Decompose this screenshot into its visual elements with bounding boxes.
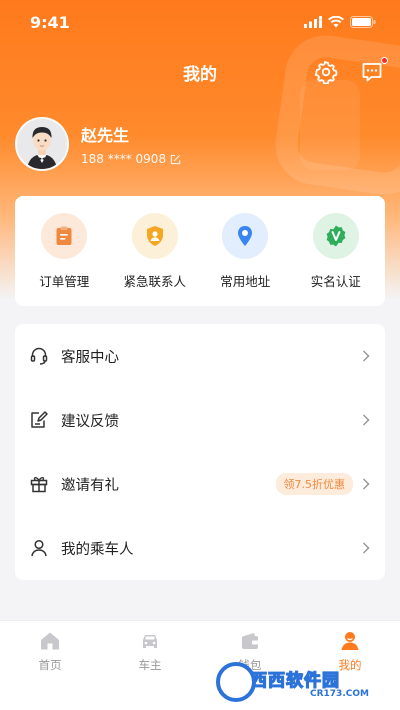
quick-icon-bg bbox=[131, 212, 178, 259]
menu-item-passengers[interactable]: 我的乘车人 bbox=[29, 516, 371, 580]
quick-action-label: 订单管理 bbox=[39, 273, 90, 289]
page-title: 我的 bbox=[183, 64, 217, 85]
shield-person-icon bbox=[146, 225, 163, 246]
battery-icon bbox=[350, 16, 376, 28]
chevron-right-icon bbox=[362, 478, 370, 490]
quick-action-label: 实名认证 bbox=[310, 273, 361, 289]
chevron-right-icon bbox=[362, 350, 370, 362]
chevron-right-icon bbox=[362, 414, 370, 426]
clipboard-icon bbox=[56, 226, 72, 245]
headset-icon bbox=[29, 346, 49, 366]
quick-action-verification[interactable]: 实名认证 bbox=[293, 212, 379, 290]
tab-driver[interactable]: 车主 bbox=[100, 629, 200, 710]
site-watermark: 西西软件园 CR173.COM bbox=[216, 660, 396, 704]
menu-item-feedback[interactable]: 建议反馈 bbox=[29, 388, 371, 452]
home-icon bbox=[38, 629, 62, 653]
menu-item-label: 我的乘车人 bbox=[61, 541, 134, 558]
nav-actions bbox=[312, 57, 388, 86]
person-icon bbox=[29, 538, 49, 558]
watermark-logo bbox=[216, 662, 256, 702]
gear-icon bbox=[314, 60, 338, 84]
quick-actions-card: 订单管理 紧急联系人 常用地址 实名认证 bbox=[15, 196, 385, 306]
user-phone-row: 188 **** 0908 bbox=[81, 152, 181, 166]
edit-icon[interactable] bbox=[170, 154, 181, 165]
status-icons bbox=[304, 16, 376, 28]
watermark-sub-text: CR173.COM bbox=[310, 688, 369, 699]
avatar[interactable] bbox=[15, 117, 69, 171]
user-name: 赵先生 bbox=[81, 126, 130, 145]
menu-item-invite[interactable]: 邀请有礼 领7.5折优惠 bbox=[29, 452, 371, 516]
menu-card: 客服中心 建议反馈 邀请有礼 领7.5折优惠 我的乘车人 bbox=[15, 324, 385, 580]
menu-item-label: 客服中心 bbox=[61, 349, 119, 366]
nav-bar: 我的 bbox=[0, 50, 400, 94]
menu-item-label: 建议反馈 bbox=[61, 413, 119, 430]
status-time: 9:41 bbox=[30, 12, 70, 32]
quick-action-addresses[interactable]: 常用地址 bbox=[202, 212, 288, 290]
quick-icon-bg bbox=[41, 212, 88, 259]
unread-dot bbox=[381, 57, 388, 64]
avatar-illustration bbox=[17, 119, 67, 169]
quick-icon-bg bbox=[312, 212, 359, 259]
status-bar: 9:41 bbox=[0, 0, 400, 44]
car-icon bbox=[138, 629, 162, 653]
user-icon bbox=[338, 629, 362, 653]
user-phone: 188 **** 0908 bbox=[81, 152, 167, 166]
menu-item-label: 邀请有礼 bbox=[61, 477, 119, 494]
feedback-icon bbox=[29, 410, 49, 430]
quick-action-label: 常用地址 bbox=[220, 273, 271, 289]
tab-label: 首页 bbox=[38, 658, 62, 672]
quick-action-label: 紧急联系人 bbox=[123, 273, 186, 289]
chevron-right-icon bbox=[362, 542, 370, 554]
message-icon bbox=[362, 63, 382, 82]
quick-icon-bg bbox=[222, 212, 269, 259]
wallet-icon bbox=[238, 629, 262, 653]
watermark-main-text: 西西软件园 bbox=[249, 670, 340, 691]
tab-label: 车主 bbox=[138, 658, 162, 672]
profile-section[interactable]: 赵先生 188 **** 0908 bbox=[15, 117, 181, 171]
tab-home[interactable]: 首页 bbox=[0, 629, 100, 710]
location-pin-icon bbox=[238, 225, 253, 246]
signal-icon bbox=[304, 16, 322, 28]
promo-badge: 领7.5折优惠 bbox=[275, 473, 353, 495]
settings-button[interactable] bbox=[312, 58, 340, 86]
gift-icon bbox=[29, 474, 49, 494]
wifi-icon bbox=[328, 16, 344, 28]
verified-v-icon bbox=[326, 225, 346, 246]
menu-item-customer-service[interactable]: 客服中心 bbox=[29, 324, 371, 388]
message-button[interactable] bbox=[358, 57, 388, 86]
quick-action-orders[interactable]: 订单管理 bbox=[21, 212, 107, 290]
quick-action-emergency-contact[interactable]: 紧急联系人 bbox=[112, 212, 198, 290]
profile-info: 赵先生 188 **** 0908 bbox=[81, 122, 181, 166]
watermark-text: 西西软件园 CR173.COM bbox=[249, 666, 369, 699]
